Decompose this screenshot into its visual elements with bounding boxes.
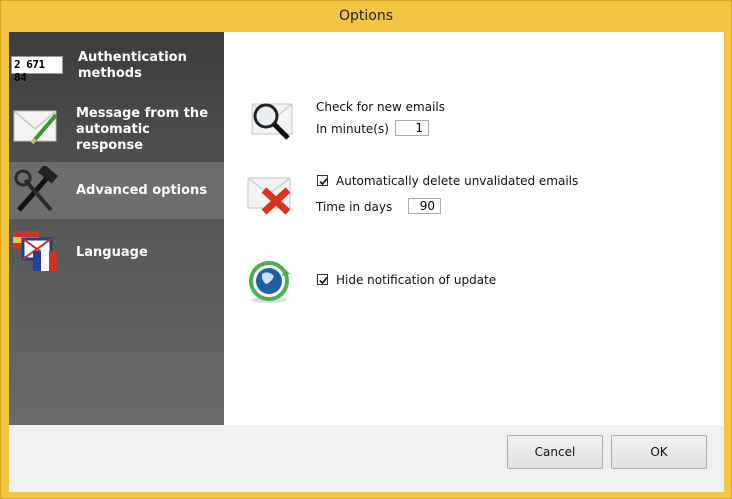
globe-update-icon xyxy=(246,260,294,310)
auto-delete-label: Automatically delete unvalidated emails xyxy=(336,174,579,188)
flags-icon xyxy=(11,229,63,279)
sidebar-item-label: Authentication methods xyxy=(78,50,187,81)
time-in-days-input[interactable]: 90 xyxy=(408,198,441,214)
ok-button[interactable]: OK xyxy=(611,435,707,469)
window-client-area: 2 671 84 Authentication methods Message … xyxy=(9,32,724,492)
envelope-pen-icon xyxy=(12,105,60,149)
sidebar-item-advanced-options[interactable]: Advanced options xyxy=(9,162,224,219)
auto-delete-checkbox[interactable] xyxy=(317,175,328,186)
magnifier-envelope-icon xyxy=(244,98,298,148)
options-panel: Check for new emails In minute(s) 1 Auto… xyxy=(224,32,724,425)
captcha-icon: 2 671 84 xyxy=(11,56,63,84)
cancel-button[interactable]: Cancel xyxy=(507,435,603,469)
hide-update-label: Hide notification of update xyxy=(336,273,497,287)
options-window: Options 2 671 84 Authentication methods xyxy=(0,0,732,499)
hide-update-checkbox[interactable] xyxy=(317,274,328,285)
window-title: Options xyxy=(338,8,394,24)
time-in-days-label: Time in days xyxy=(316,200,393,214)
check-interval-label: In minute(s) xyxy=(316,122,389,136)
captcha-text: 2 671 84 xyxy=(14,58,45,84)
sidebar-item-label: Advanced options xyxy=(76,183,208,198)
sidebar: 2 671 84 Authentication methods Message … xyxy=(9,32,224,425)
tools-icon xyxy=(11,164,61,218)
envelope-delete-icon xyxy=(244,172,298,222)
check-interval-input[interactable]: 1 xyxy=(395,120,429,136)
dialog-footer: Cancel OK xyxy=(9,425,724,492)
sidebar-item-label: Language xyxy=(76,245,148,260)
sidebar-item-automatic-response[interactable]: Message from the automatic response xyxy=(9,98,224,162)
sidebar-item-authentication-methods[interactable]: 2 671 84 Authentication methods xyxy=(9,32,224,98)
sidebar-item-language[interactable]: Language xyxy=(9,219,224,285)
check-emails-title: Check for new emails xyxy=(316,100,446,114)
sidebar-item-label: Message from the automatic response xyxy=(76,106,209,153)
